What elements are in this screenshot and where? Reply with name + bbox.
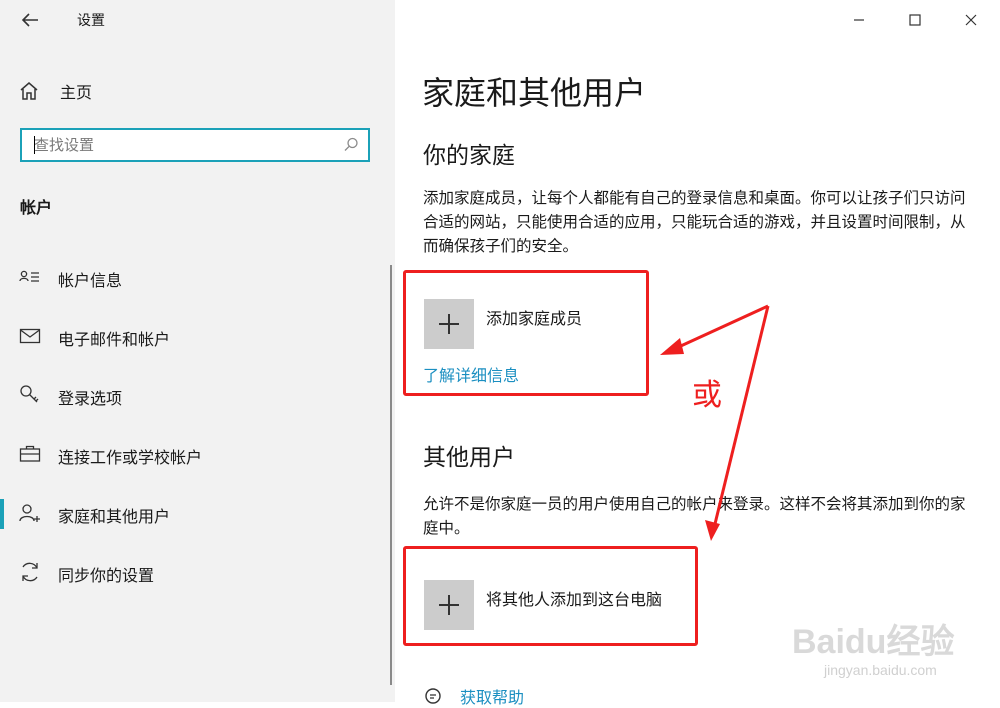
- add-person-icon: [19, 504, 40, 522]
- account-info-icon: [19, 270, 39, 282]
- sidebar-scrollbar[interactable]: [390, 265, 392, 685]
- annotation-box-other-user: [403, 546, 698, 646]
- sidebar-item-account-info[interactable]: 帐户信息: [0, 257, 390, 297]
- sidebar-item-sync[interactable]: 同步你的设置: [0, 552, 390, 592]
- active-indicator: [0, 499, 4, 529]
- get-help-label: 获取帮助: [460, 688, 525, 707]
- page-title: 家庭和其他用户: [422, 74, 647, 112]
- sidebar-home[interactable]: 主页: [18, 78, 92, 104]
- sidebar-item-label: 帐户信息: [58, 271, 123, 290]
- mail-icon: [19, 328, 41, 344]
- other-users-heading: 其他用户: [423, 445, 515, 471]
- minimize-icon: [854, 19, 864, 21]
- watermark-url: jingyan.baidu.com: [824, 662, 937, 678]
- maximize-button[interactable]: [901, 6, 929, 34]
- sidebar-item-work-school[interactable]: 连接工作或学校帐户: [0, 434, 390, 474]
- section-heading-accounts: 帐户: [20, 198, 53, 217]
- sidebar-item-label: 连接工作或学校帐户: [58, 448, 203, 467]
- text-caret: [34, 136, 35, 154]
- sidebar-item-label: 同步你的设置: [58, 566, 155, 585]
- sidebar-item-email[interactable]: 电子邮件和帐户: [0, 316, 390, 356]
- get-help-link[interactable]: 获取帮助: [424, 686, 525, 707]
- sync-icon: [22, 562, 38, 582]
- search-box[interactable]: [20, 128, 370, 162]
- search-input[interactable]: [22, 130, 344, 160]
- search-icon[interactable]: [342, 136, 360, 154]
- close-icon: [965, 14, 977, 26]
- home-icon: [20, 82, 38, 100]
- maximize-icon: [909, 14, 921, 26]
- key-icon: [20, 385, 39, 403]
- sidebar-home-label: 主页: [60, 83, 93, 102]
- annotation-or-text: 或: [692, 378, 722, 413]
- baidu-watermark: Baidu经验 jingyan.baidu.com: [792, 614, 992, 684]
- back-arrow-icon: [21, 13, 38, 27]
- sidebar-item-sign-in-options[interactable]: 登录选项: [0, 375, 390, 415]
- close-button[interactable]: [957, 6, 985, 34]
- other-users-description: 允许不是你家庭一员的用户使用自己的帐户来登录。这样不会将其添加到你的家庭中。: [423, 495, 966, 537]
- help-chat-icon: [425, 688, 441, 704]
- sidebar-item-label: 家庭和其他用户: [58, 507, 171, 526]
- sidebar-item-label: 登录选项: [58, 389, 123, 408]
- briefcase-icon: [19, 445, 41, 462]
- back-button[interactable]: [18, 8, 42, 32]
- watermark-brand: Baidu经验: [792, 623, 955, 661]
- annotation-box-family: [403, 270, 649, 396]
- sidebar: 设置 主页 帐户 帐户信息 电子邮件和帐户: [0, 0, 395, 702]
- family-description: 添加家庭成员，让每个人都能有自己的登录信息和桌面。你可以让孩子们只访问合适的网站…: [423, 189, 966, 255]
- app-title: 设置: [77, 13, 105, 29]
- sidebar-item-label: 电子邮件和帐户: [58, 330, 171, 349]
- minimize-button[interactable]: [845, 6, 873, 34]
- family-heading: 你的家庭: [423, 143, 515, 169]
- sidebar-item-family[interactable]: 家庭和其他用户: [0, 493, 390, 533]
